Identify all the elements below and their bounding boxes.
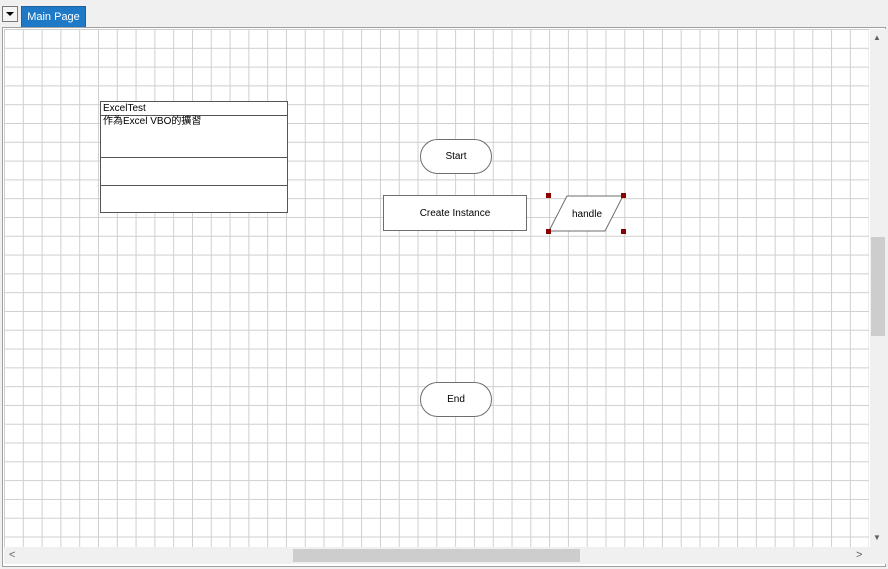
- note-row: [101, 158, 287, 186]
- resize-handle[interactable]: [546, 193, 551, 198]
- diagram-frame: ExcelTest 作為Excel VBO的擴習 Start Create In…: [2, 27, 886, 567]
- resize-handle[interactable]: [546, 229, 551, 234]
- dropdown-triangle-icon: [6, 12, 14, 16]
- resize-handle[interactable]: [621, 229, 626, 234]
- scroll-down-icon[interactable]: ▼: [873, 532, 881, 543]
- horizontal-scroll-thumb[interactable]: [293, 549, 580, 562]
- note-row: [101, 186, 287, 214]
- tab-bar: Main Page: [0, 0, 888, 27]
- scroll-up-icon[interactable]: ▲: [873, 32, 881, 43]
- end-stage[interactable]: End: [420, 382, 492, 417]
- scroll-right-icon[interactable]: >: [856, 550, 862, 561]
- tab-main-page[interactable]: Main Page: [21, 6, 86, 27]
- note-description: 作為Excel VBO的擴習: [101, 116, 287, 158]
- scroll-left-icon[interactable]: <: [9, 550, 15, 561]
- start-stage[interactable]: Start: [420, 139, 492, 174]
- note-block[interactable]: ExcelTest 作為Excel VBO的擴習: [100, 101, 288, 213]
- create-instance-stage[interactable]: Create Instance: [383, 195, 527, 231]
- vertical-scroll-thumb[interactable]: [871, 237, 885, 336]
- resize-handle[interactable]: [621, 193, 626, 198]
- note-title: ExcelTest: [101, 102, 287, 116]
- horizontal-scrollbar[interactable]: < >: [4, 547, 886, 564]
- data-item-handle[interactable]: handle: [547, 194, 627, 234]
- vertical-scrollbar[interactable]: ▲ ▼: [870, 29, 886, 547]
- tab-list-dropdown-button[interactable]: [2, 6, 18, 22]
- diagram-canvas[interactable]: ExcelTest 作為Excel VBO的擴習 Start Create In…: [4, 29, 869, 547]
